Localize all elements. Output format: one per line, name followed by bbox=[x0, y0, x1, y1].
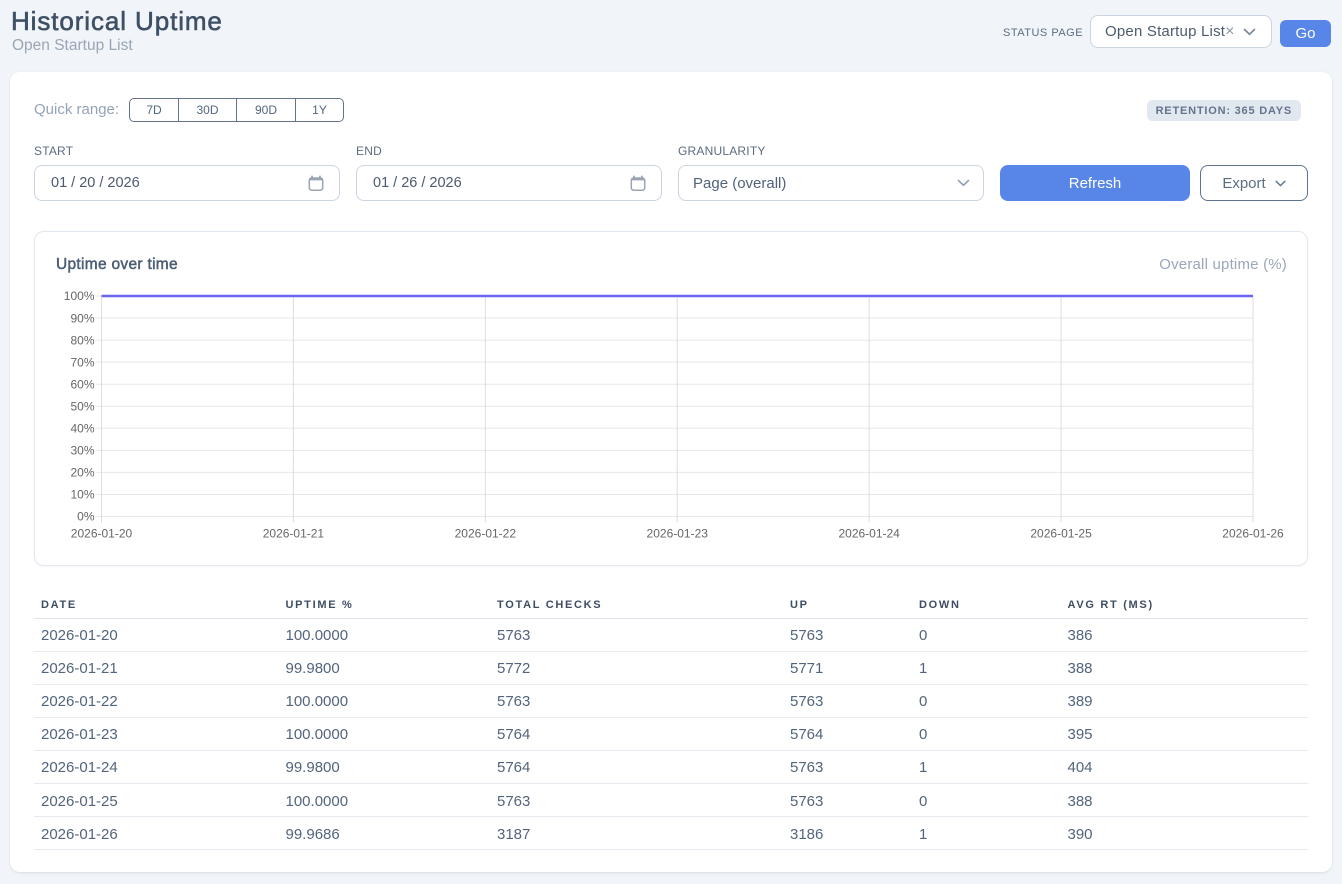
svg-text:2026-01-25: 2026-01-25 bbox=[1030, 527, 1092, 541]
svg-text:90%: 90% bbox=[70, 311, 94, 325]
svg-text:30%: 30% bbox=[70, 444, 94, 458]
svg-text:20%: 20% bbox=[70, 466, 94, 480]
svg-text:2026-01-23: 2026-01-23 bbox=[647, 527, 709, 541]
svg-text:2026-01-21: 2026-01-21 bbox=[263, 527, 325, 541]
svg-text:2026-01-26: 2026-01-26 bbox=[1222, 527, 1284, 541]
svg-text:2026-01-20: 2026-01-20 bbox=[71, 527, 133, 541]
svg-text:70%: 70% bbox=[70, 355, 94, 369]
svg-text:100%: 100% bbox=[64, 289, 95, 303]
svg-text:0%: 0% bbox=[77, 510, 95, 524]
svg-text:10%: 10% bbox=[70, 488, 94, 502]
svg-text:2026-01-24: 2026-01-24 bbox=[838, 527, 900, 541]
svg-text:80%: 80% bbox=[70, 333, 94, 347]
svg-text:2026-01-22: 2026-01-22 bbox=[455, 527, 517, 541]
svg-text:60%: 60% bbox=[70, 377, 94, 391]
svg-text:40%: 40% bbox=[70, 422, 94, 436]
svg-text:50%: 50% bbox=[70, 399, 94, 413]
